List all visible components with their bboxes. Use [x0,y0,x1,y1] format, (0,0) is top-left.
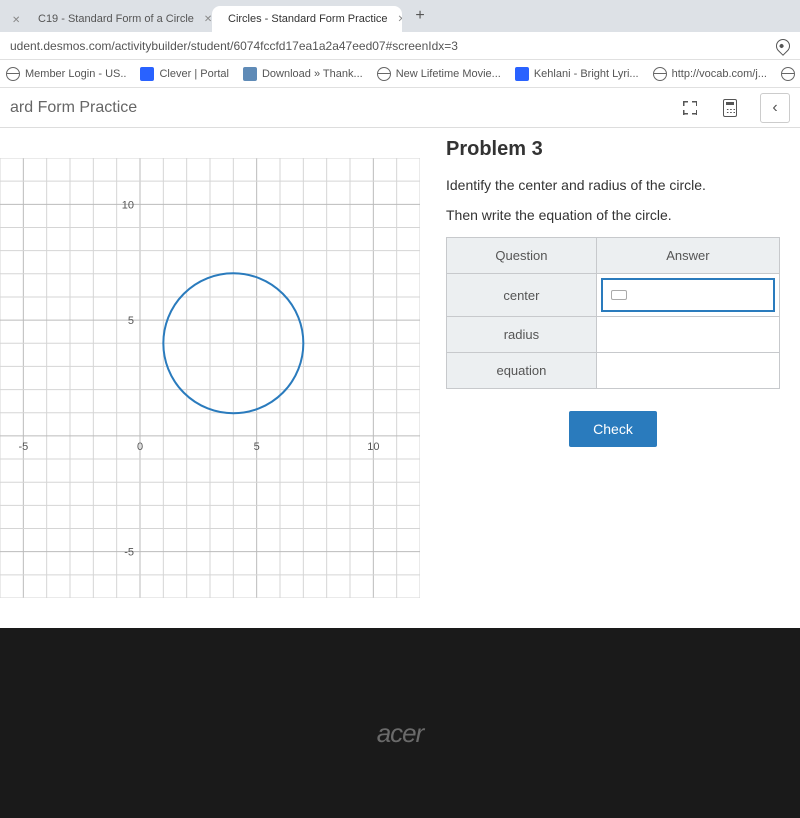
svg-text:10: 10 [122,199,134,211]
close-icon[interactable]: ✕ [12,15,20,26]
prev-screen-button[interactable]: ‹ [760,93,790,123]
answer-cell-equation[interactable] [596,353,779,389]
svg-text:5: 5 [128,315,134,327]
bookmark-label: Member Login - US.. [25,68,126,80]
clever-icon [140,67,154,81]
browser-tab-strip: ✕ C19 - Standard Form of a Circle ✕ Circ… [0,0,800,32]
chevron-left-icon: ‹ [772,99,777,117]
calculator-icon [723,99,737,117]
fullscreen-button[interactable] [680,98,700,118]
bookmark-item[interactable]: Download » Thank... [243,67,363,81]
coordinate-grid: -5 0 5 10 -5 5 10 [0,158,420,598]
browser-tab-partial[interactable]: ✕ [4,9,22,32]
problem-instruction-2: Then write the equation of the circle. [446,207,780,223]
row-label-center: center [447,274,597,317]
bookmark-item[interactable]: FinalExamSchedul... [781,67,800,81]
table-row: radius [447,317,780,353]
svg-text:-5: -5 [124,547,134,559]
svg-text:0: 0 [137,441,143,453]
globe-icon [653,67,667,81]
answer-table: Question Answer center radius [446,237,780,389]
bookmark-label: New Lifetime Movie... [396,68,501,80]
bookmark-item[interactable]: Member Login - US.. [6,67,126,81]
close-icon[interactable]: ✕ [204,14,212,25]
bookmark-label: http://vocab.com/j... [672,68,767,80]
bookmark-label: Download » Thank... [262,68,363,80]
problem-title: Problem 3 [446,138,780,161]
close-icon[interactable]: ✕ [398,14,402,25]
browser-tab-1[interactable]: Circles - Standard Form Practice ✕ [212,6,402,32]
svg-text:10: 10 [367,441,379,453]
tab-title: C19 - Standard Form of a Circle [38,13,194,25]
row-label-radius: radius [447,317,597,353]
laptop-bezel: acer [0,628,800,818]
globe-icon [377,67,391,81]
bookmark-item[interactable]: http://vocab.com/j... [653,67,767,81]
svg-text:-5: -5 [18,441,28,453]
center-input[interactable] [601,278,775,312]
table-row: equation [447,353,780,389]
tab-title: Circles - Standard Form Practice [228,13,388,25]
browser-tab-0[interactable]: C19 - Standard Form of a Circle ✕ [22,6,212,32]
col-answer-header: Answer [596,238,779,274]
url-text: udent.desmos.com/activitybuilder/student… [10,39,768,53]
answer-cell-center[interactable] [596,274,779,317]
bookmark-label: Clever | Portal [159,68,229,80]
calculator-button[interactable] [720,98,740,118]
new-tab-button[interactable]: + [408,4,432,28]
row-label-equation: equation [447,353,597,389]
download-icon [243,67,257,81]
bookmarks-bar: Member Login - US.. Clever | Portal Down… [0,60,800,88]
svg-text:5: 5 [254,441,260,453]
col-question-header: Question [447,238,597,274]
laptop-brand: acer [377,718,424,749]
check-button[interactable]: Check [569,411,657,447]
bookmark-item[interactable]: New Lifetime Movie... [377,67,501,81]
globe-icon [781,67,795,81]
bookmark-item[interactable]: Clever | Portal [140,67,229,81]
problem-instruction-1: Identify the center and radius of the ci… [446,177,780,193]
graph-pane[interactable]: -5 0 5 10 -5 5 10 [0,128,420,628]
fullscreen-icon [683,101,697,115]
location-icon[interactable] [773,36,793,56]
bookmark-label: Kehlani - Bright Lyri... [534,68,639,80]
address-bar[interactable]: udent.desmos.com/activitybuilder/student… [0,32,800,60]
globe-icon [6,67,20,81]
bookmark-item[interactable]: Kehlani - Bright Lyri... [515,67,639,81]
answer-cell-radius[interactable] [596,317,779,353]
problem-pane: Problem 3 Identify the center and radius… [420,128,800,628]
az-icon [515,67,529,81]
table-row: center [447,274,780,317]
app-header: ard Form Practice ‹ [0,88,800,128]
activity-title: ard Form Practice [10,99,137,117]
